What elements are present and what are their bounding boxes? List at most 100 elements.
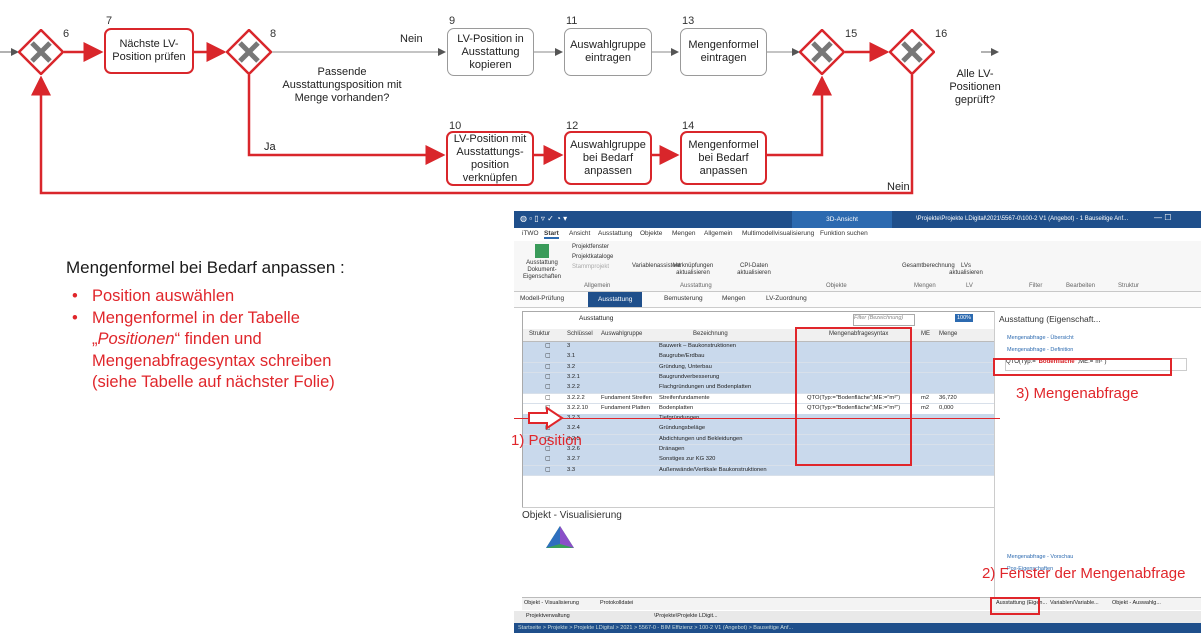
column-header[interactable]: ME: [921, 331, 930, 337]
cell-name: Flachgründungen und Bodenplatten: [659, 384, 752, 391]
tab-multimodell[interactable]: Multimodellvisualisierung: [742, 230, 814, 237]
cell-group: Fundament Streifen: [601, 394, 652, 401]
zoom-select[interactable]: 100%: [955, 314, 974, 322]
table-row[interactable]: ▢ 3.2 Gründung, Unterbau: [523, 362, 995, 374]
taskbar-item[interactable]: \Projekte\Projekte LDigit...: [654, 613, 718, 619]
cell-qty: 36,720: [939, 394, 957, 401]
slide-heading: Mengenformel bei Bedarf anpassen :: [66, 258, 345, 277]
table-row[interactable]: ▢ 3.2.2.2 Fundament Streifen Streifenfundam…: [523, 393, 995, 405]
gateway-15-icon: [799, 29, 845, 75]
task-naechste-lv-position: Nächste LV-Position prüfen: [104, 28, 194, 74]
column-header[interactable]: Struktur: [529, 331, 550, 337]
breadcrumb-item[interactable]: Mengen: [722, 295, 746, 302]
status-bar: Startseite > Projekte > Projekte LDigita…: [514, 623, 1201, 633]
ribbon-button[interactable]: LVs aktualisieren: [944, 263, 988, 277]
table-row[interactable]: ▢ 3 Bauwerk – Baukonstruktionen: [523, 342, 995, 353]
tab-ausstattung[interactable]: Ausstattung: [598, 230, 632, 237]
table-row[interactable]: ▢ 3.2.7 Sonstiges zur KG 320: [523, 455, 995, 467]
bottom-tab[interactable]: Objekt - Auswahlg...: [1112, 600, 1161, 606]
breadcrumb-item[interactable]: LV-Zuordnung: [766, 295, 807, 302]
panel-title: Ausstattung (Eigenschaft...: [999, 314, 1101, 324]
title-bar: ◍ ▫ ▯ ▿ ✓ ◔ ▾ 3D-Ansicht \Projekte\Proje…: [514, 211, 1201, 228]
gateway-number: 16: [935, 28, 948, 40]
gateway-number: 8: [270, 28, 277, 40]
breadcrumb-item[interactable]: Bemusterung: [664, 295, 703, 302]
bullet-item: • Position auswählen: [72, 287, 235, 305]
ribbon-button[interactable]: Verknüpfungen aktualisieren: [672, 263, 714, 277]
table-row[interactable]: ▢3.2.4Gründungsbeläge: [523, 424, 995, 436]
ribbon-button[interactable]: Stammprojekt: [572, 264, 609, 271]
breadcrumb-item-active[interactable]: Ausstattung: [588, 292, 643, 307]
structure-node-icon[interactable]: ▢: [545, 364, 550, 370]
ribbon-button[interactable]: Projektfenster: [572, 244, 609, 251]
cell-name: Außenwände/Vertikale Baukonstruktionen: [659, 466, 767, 473]
structure-node-icon[interactable]: ▢: [545, 343, 550, 349]
structure-node-icon[interactable]: ▢: [545, 456, 550, 462]
tab-ansicht[interactable]: Ansicht: [569, 230, 590, 237]
ribbon: Ausstattung Dokument-Eigenschaften Proje…: [514, 241, 1201, 292]
ribbon-button[interactable]: Variablenassistent: [632, 263, 681, 270]
column-header[interactable]: Menge: [939, 331, 957, 337]
table-row[interactable]: ▢3.2.3Tiefgründungen: [523, 414, 995, 425]
tab-funktion-suchen[interactable]: Funktion suchen: [820, 230, 868, 237]
tab-mengen[interactable]: Mengen: [672, 230, 696, 237]
panel-section[interactable]: Mengenabfrage - Vorschau: [1007, 554, 1073, 560]
flow-label-ja: Ja: [264, 141, 276, 153]
cell-key: 3.2: [567, 363, 576, 370]
tab-allgemein[interactable]: Allgemein: [704, 230, 733, 237]
bullet-continuation: Mengenabfragesyntax schreiben: [92, 351, 332, 370]
taskbar-item[interactable]: Projektverwaltung: [526, 613, 570, 619]
cell-key: 3.2.2.2: [567, 394, 585, 401]
column-header[interactable]: Bezeichnung: [693, 331, 728, 337]
bullet-item: • Mengenformel in der Tabelle: [72, 308, 300, 327]
table-row[interactable]: ▢ 3.2.5 Abdichtungen und Bekleidungen: [523, 434, 995, 446]
structure-node-icon[interactable]: ▢: [545, 384, 550, 390]
ribbon-group-label: Struktur: [1118, 283, 1140, 289]
task-mengenformel-anpassen: Mengenformel bei Bedarf anpassen: [680, 131, 767, 185]
ribbon-button[interactable]: Gesamtberechnung: [902, 263, 955, 270]
ribbon-button[interactable]: Projektkataloge: [572, 254, 613, 261]
filter-input[interactable]: Filter (Bezeichnung): [853, 314, 915, 326]
cell-key: 3.2.4: [567, 425, 580, 432]
panel-section[interactable]: Mengenabfrage - Definition: [1007, 347, 1073, 353]
structure-node-icon[interactable]: ▢: [545, 353, 550, 359]
tab-start[interactable]: Start: [544, 230, 559, 239]
task-lv-position-kopieren: LV-Position in Ausstattung kopieren: [447, 28, 534, 76]
window-controls[interactable]: — ☐: [1154, 213, 1171, 222]
gateway-16-icon: [889, 29, 935, 75]
ribbon-button[interactable]: CPI-Daten aktualisieren: [724, 263, 784, 277]
table-row[interactable]: ▢ 3.1 Baugrube/Erdbau: [523, 352, 995, 364]
table-row[interactable]: ▢ 3.3 Außenwände/Vertikale Baukonstruktion…: [523, 465, 995, 477]
bullet-continuation: (siehe Tabelle auf nächster Folie): [92, 373, 335, 391]
cell-name: Bodenplatten: [659, 404, 694, 411]
grid-header: Struktur Schlüssel Auswahlgruppe Bezeich…: [523, 329, 995, 342]
bullet-list: • Position auswählen • Mengenformel in der…: [68, 286, 335, 394]
breadcrumb-item[interactable]: Modell-Prüfung: [520, 295, 564, 302]
annotation-3: 3) Mengenabfrage: [1016, 385, 1139, 402]
column-header[interactable]: Auswahlgruppe: [601, 331, 642, 337]
workflow-breadcrumb: Modell-Prüfung Ausstattung Bemusterung M…: [514, 292, 1201, 308]
structure-node-icon[interactable]: ▢: [545, 374, 550, 380]
ribbon-button[interactable]: Ausstattung Dokument-Eigenschaften: [518, 244, 566, 281]
cell-me: m2: [921, 394, 930, 401]
tab-objekte[interactable]: Objekte: [640, 230, 662, 237]
cell-name: Gründungsbeläge: [659, 425, 706, 432]
bottom-tab[interactable]: Protokolldatei: [600, 600, 633, 606]
column-header[interactable]: Schlüssel: [567, 331, 593, 337]
bullet-text: Mengenformel in der Tabelle: [92, 308, 300, 327]
structure-node-icon[interactable]: ▢: [545, 395, 550, 401]
task-number: 9: [449, 15, 456, 27]
table-row[interactable]: ▢ 3.2.2 Flachgründungen und Bodenplatten: [523, 383, 995, 394]
table-row[interactable]: ▢3.2.2.10Fundament PlattenBodenplattenQT…: [523, 403, 995, 415]
panel-section[interactable]: Mengenabfrage - Übersicht: [1007, 335, 1074, 341]
gateway-question-8: Passende Ausstattungsposition mit Menge …: [282, 66, 402, 104]
bottom-tab[interactable]: Objekt - Visualisierung: [524, 600, 579, 606]
tab-itwo[interactable]: iTWO: [522, 230, 539, 237]
quick-access-icons[interactable]: ◍ ▫ ▯ ▿ ✓ ◔ ▾: [520, 214, 567, 223]
structure-node-icon[interactable]: ▢: [545, 467, 550, 473]
context-tab[interactable]: 3D-Ansicht: [792, 211, 892, 228]
gateway-question-16: Alle LV-Positionen geprüft?: [949, 68, 1001, 106]
table-row[interactable]: ▢ 3.2.6 Dränagen: [523, 445, 995, 456]
bottom-tab[interactable]: Variablen/Variable...: [1050, 600, 1099, 606]
table-row[interactable]: ▢ 3.2.1 Baugrundverbesserung: [523, 372, 995, 384]
